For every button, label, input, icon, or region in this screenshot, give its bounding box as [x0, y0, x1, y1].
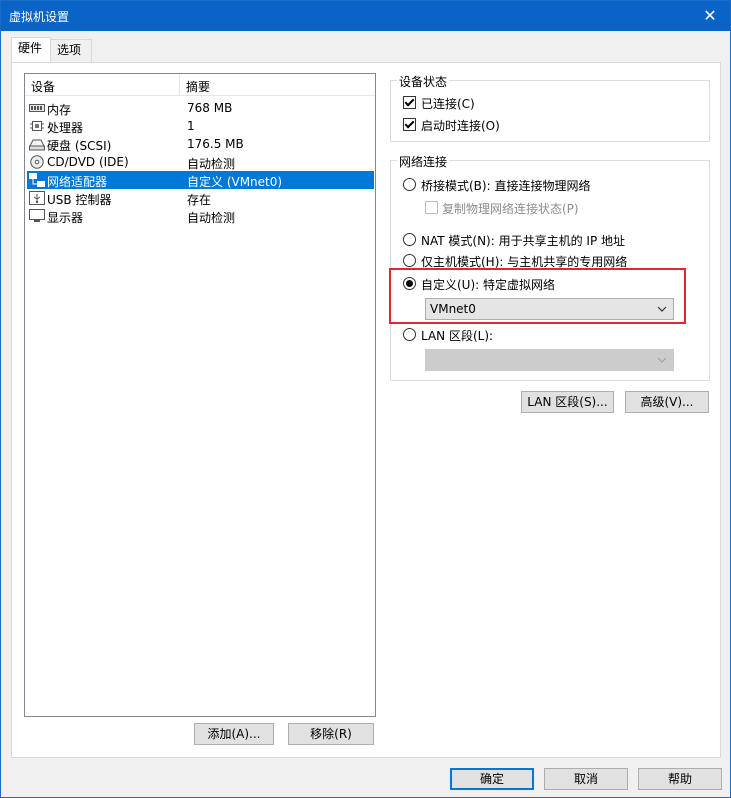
device-name: 显示器 [47, 211, 84, 225]
vm-settings-window: 虚拟机设置 ✕ 硬件 选项 设备 摘要 内存 768 MB 处理器 1 硬盘 (… [0, 0, 731, 798]
window-title: 虚拟机设置 [9, 10, 70, 24]
device-summary: 自动检测 [187, 157, 236, 171]
usb-icon [29, 191, 45, 205]
tab-hardware[interactable]: 硬件 [11, 37, 51, 62]
device-list[interactable]: 设备 摘要 内存 768 MB 处理器 1 硬盘 (SCSI) 176.5 MB… [24, 73, 376, 717]
remove-device-button[interactable]: 移除(R) [288, 723, 374, 745]
device-summary: 768 MB [187, 101, 233, 115]
hardware-panel: 设备 摘要 内存 768 MB 处理器 1 硬盘 (SCSI) 176.5 MB… [11, 62, 721, 758]
device-name: 处理器 [47, 121, 84, 135]
column-device[interactable]: 设备 [31, 78, 55, 95]
lan-segment-radio[interactable] [403, 328, 416, 341]
connect-at-power-on-checkbox[interactable] [403, 118, 416, 131]
check-mark-icon [404, 96, 415, 107]
device-name: CD/DVD (IDE) [47, 155, 129, 169]
connected-checkbox[interactable] [403, 96, 416, 109]
device-summary: 自动检测 [187, 211, 236, 225]
lan-segment-label[interactable]: LAN 区段(L): [421, 327, 493, 344]
device-row-cd-dvd[interactable]: CD/DVD (IDE) 自动检测 [27, 153, 374, 171]
device-status-group: 设备状态 已连接(C) 启动时连接(O) [390, 73, 710, 142]
device-row-memory[interactable]: 内存 768 MB [27, 99, 374, 117]
device-status-legend: 设备状态 [397, 73, 450, 90]
connected-label[interactable]: 已连接(C) [421, 95, 475, 112]
title-bar[interactable]: 虚拟机设置 ✕ [1, 1, 730, 31]
cancel-button[interactable]: 取消 [544, 768, 628, 790]
advanced-button[interactable]: 高级(V)... [625, 391, 709, 413]
bridged-label[interactable]: 桥接模式(B): 直接连接物理网络 [421, 177, 590, 194]
device-name: USB 控制器 [47, 193, 112, 207]
check-mark-icon [404, 118, 415, 129]
cpu-icon [30, 121, 44, 131]
network-adapter-icon [29, 173, 45, 187]
help-button[interactable]: 帮助 [638, 768, 722, 790]
device-row-display[interactable]: 显示器 自动检测 [27, 207, 374, 225]
bridged-radio[interactable] [403, 178, 416, 191]
close-icon[interactable]: ✕ [690, 1, 730, 31]
device-name: 网络适配器 [47, 175, 108, 189]
nat-label[interactable]: NAT 模式(N): 用于共享主机的 IP 地址 [421, 232, 625, 249]
replicate-state-checkbox[interactable] [425, 201, 438, 214]
lan-segments-button[interactable]: LAN 区段(S)... [521, 391, 614, 413]
connect-at-power-on-label[interactable]: 启动时连接(O) [421, 117, 500, 134]
device-row-processor[interactable]: 处理器 1 [27, 117, 374, 135]
device-name: 硬盘 (SCSI) [47, 139, 112, 153]
chevron-down-icon [657, 357, 667, 363]
replicate-state-label[interactable]: 复制物理网络连接状态(P) [442, 200, 579, 217]
monitor-icon [29, 209, 45, 222]
device-summary: 1 [187, 119, 195, 133]
host-only-radio[interactable] [403, 254, 416, 267]
network-connection-legend: 网络连接 [397, 153, 450, 170]
tab-options[interactable]: 选项 [50, 39, 92, 62]
hard-disk-icon [29, 139, 45, 151]
device-summary: 自定义 (VMnet0) [187, 175, 283, 189]
device-name: 内存 [47, 103, 72, 117]
ok-button[interactable]: 确定 [450, 768, 534, 790]
cd-dvd-icon [30, 155, 44, 169]
device-row-network-adapter[interactable]: 网络适配器 自定义 (VMnet0) [27, 171, 374, 189]
nat-radio[interactable] [403, 233, 416, 246]
lan-segment-dropdown[interactable] [425, 349, 674, 371]
device-summary: 176.5 MB [187, 137, 244, 151]
device-summary: 存在 [187, 193, 212, 207]
column-summary[interactable]: 摘要 [186, 78, 210, 95]
device-list-header: 设备 摘要 [25, 74, 375, 96]
device-row-usb[interactable]: USB 控制器 存在 [27, 189, 374, 207]
device-row-hard-disk[interactable]: 硬盘 (SCSI) 176.5 MB [27, 135, 374, 153]
add-device-button[interactable]: 添加(A)... [194, 723, 274, 745]
memory-icon [29, 104, 45, 112]
column-separator[interactable] [179, 74, 180, 96]
custom-option-highlight [389, 268, 686, 324]
